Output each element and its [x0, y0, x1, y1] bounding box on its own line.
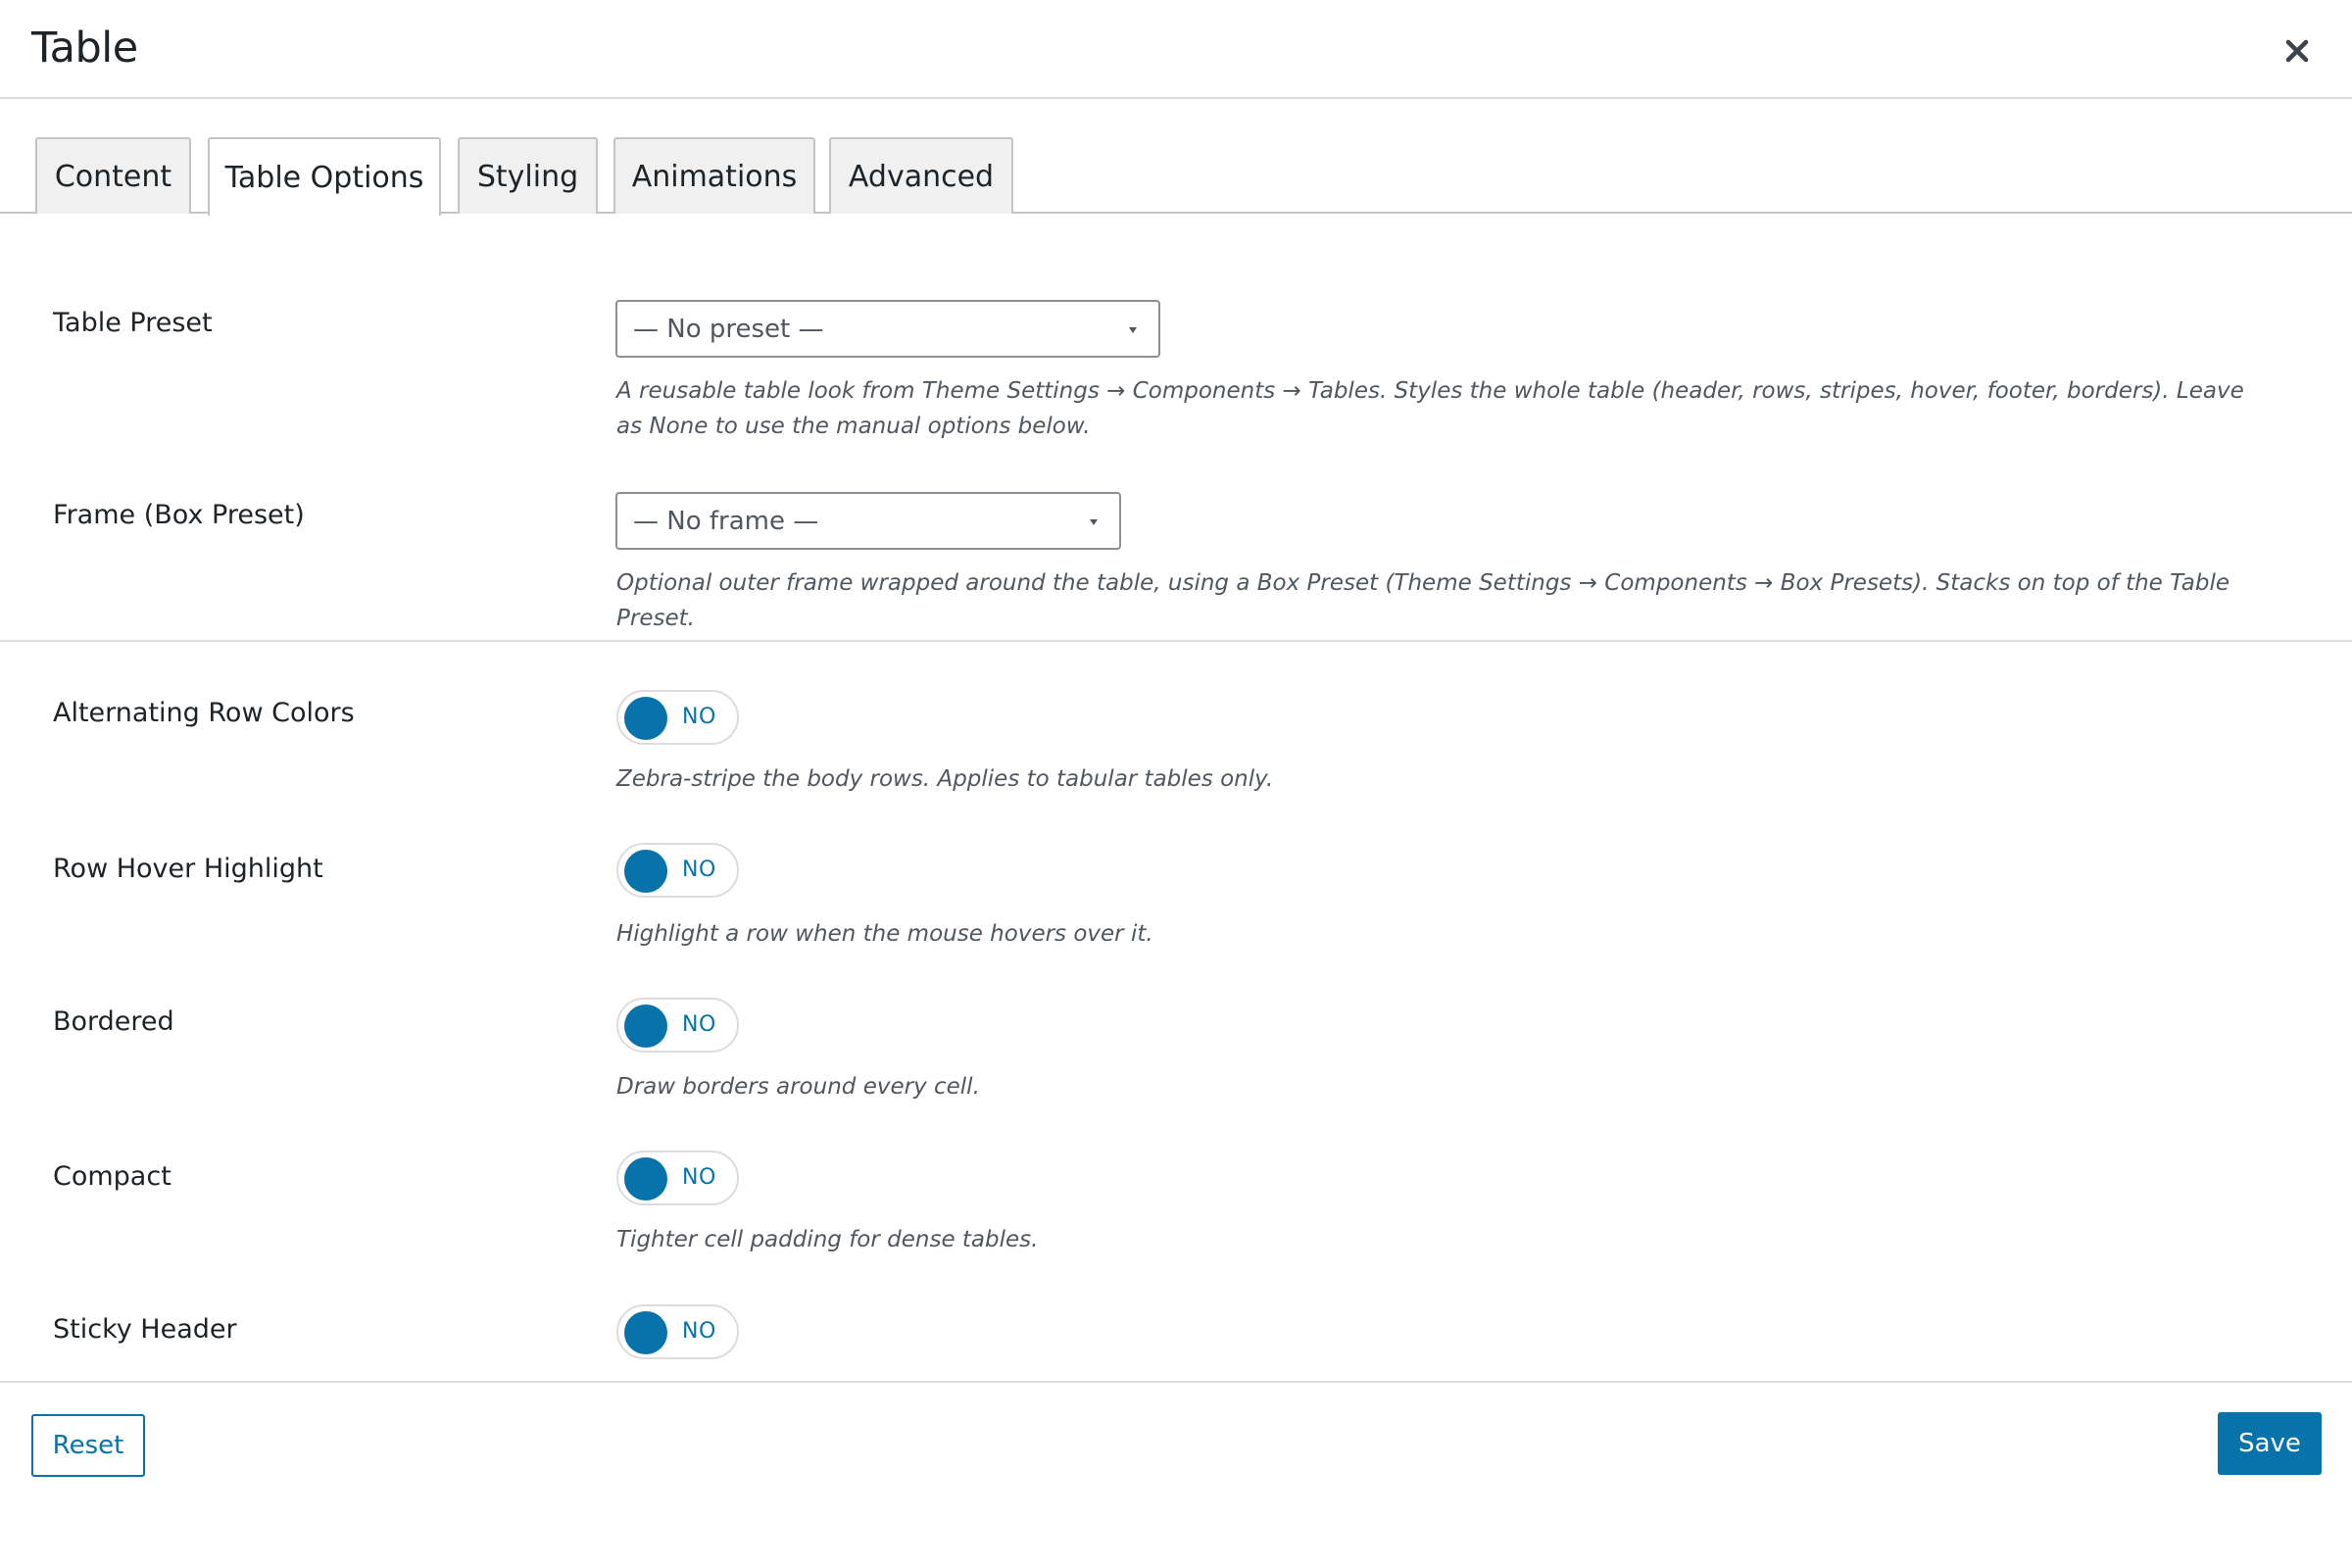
toggle-state: NO	[682, 1165, 716, 1190]
toggle-state: NO	[682, 1012, 716, 1037]
row-hover-highlight-toggle[interactable]: NO	[616, 843, 739, 898]
tab-bar: Content Table Options Styling Animations…	[0, 137, 2352, 216]
frame-preset-select[interactable]: — No frame —	[615, 492, 1121, 550]
alternating-row-colors-description: Zebra-stripe the body rows. Applies to t…	[616, 766, 1274, 792]
caret-down-icon	[1129, 327, 1137, 333]
toggle-knob	[624, 850, 667, 893]
table-preset-label: Table Preset	[53, 308, 213, 338]
save-button[interactable]: Save	[2218, 1412, 2322, 1475]
tab-animations[interactable]: Animations	[613, 137, 815, 214]
table-settings-modal: Table Content Table Options Styling Anim…	[0, 0, 2352, 1568]
toggle-state: NO	[682, 705, 716, 729]
toggle-knob	[624, 697, 667, 740]
tab-table-options[interactable]: Table Options	[208, 137, 441, 216]
compact-description: Tighter cell padding for dense tables.	[616, 1227, 1039, 1252]
compact-toggle[interactable]: NO	[616, 1151, 739, 1205]
modal-header: Table	[0, 0, 2352, 99]
bordered-toggle[interactable]: NO	[616, 998, 739, 1053]
modal-title: Table	[31, 24, 138, 73]
sticky-header-label: Sticky Header	[53, 1314, 237, 1345]
toggle-state: NO	[682, 858, 716, 882]
modal-footer: Reset Save	[0, 1381, 2352, 1568]
close-icon	[2285, 39, 2309, 63]
toggle-knob	[624, 1311, 667, 1354]
toggle-knob	[624, 1004, 667, 1048]
row-hover-highlight-description: Highlight a row when the mouse hovers ov…	[616, 921, 1153, 947]
caret-down-icon	[1090, 519, 1098, 525]
toggle-state: NO	[682, 1319, 716, 1344]
row-hover-highlight-label: Row Hover Highlight	[53, 854, 323, 884]
tab-advanced[interactable]: Advanced	[829, 137, 1013, 214]
compact-label: Compact	[53, 1161, 172, 1192]
table-preset-select[interactable]: — No preset —	[615, 300, 1160, 358]
section-divider	[0, 640, 2352, 642]
frame-preset-description: Optional outer frame wrapped around the …	[616, 570, 2230, 631]
bordered-description: Draw borders around every cell.	[616, 1074, 980, 1100]
frame-preset-value: — No frame —	[633, 506, 819, 536]
reset-button[interactable]: Reset	[31, 1414, 145, 1477]
frame-preset-label: Frame (Box Preset)	[53, 500, 305, 530]
alternating-row-colors-label: Alternating Row Colors	[53, 698, 355, 728]
table-preset-description: A reusable table look from Theme Setting…	[616, 378, 2244, 439]
toggle-knob	[624, 1157, 667, 1200]
bordered-label: Bordered	[53, 1006, 174, 1037]
close-button[interactable]	[2276, 29, 2319, 73]
alternating-row-colors-toggle[interactable]: NO	[616, 690, 739, 745]
tab-content[interactable]: Content	[35, 137, 191, 214]
sticky-header-toggle[interactable]: NO	[616, 1304, 739, 1359]
table-preset-value: — No preset —	[633, 314, 824, 344]
tab-styling[interactable]: Styling	[458, 137, 598, 214]
